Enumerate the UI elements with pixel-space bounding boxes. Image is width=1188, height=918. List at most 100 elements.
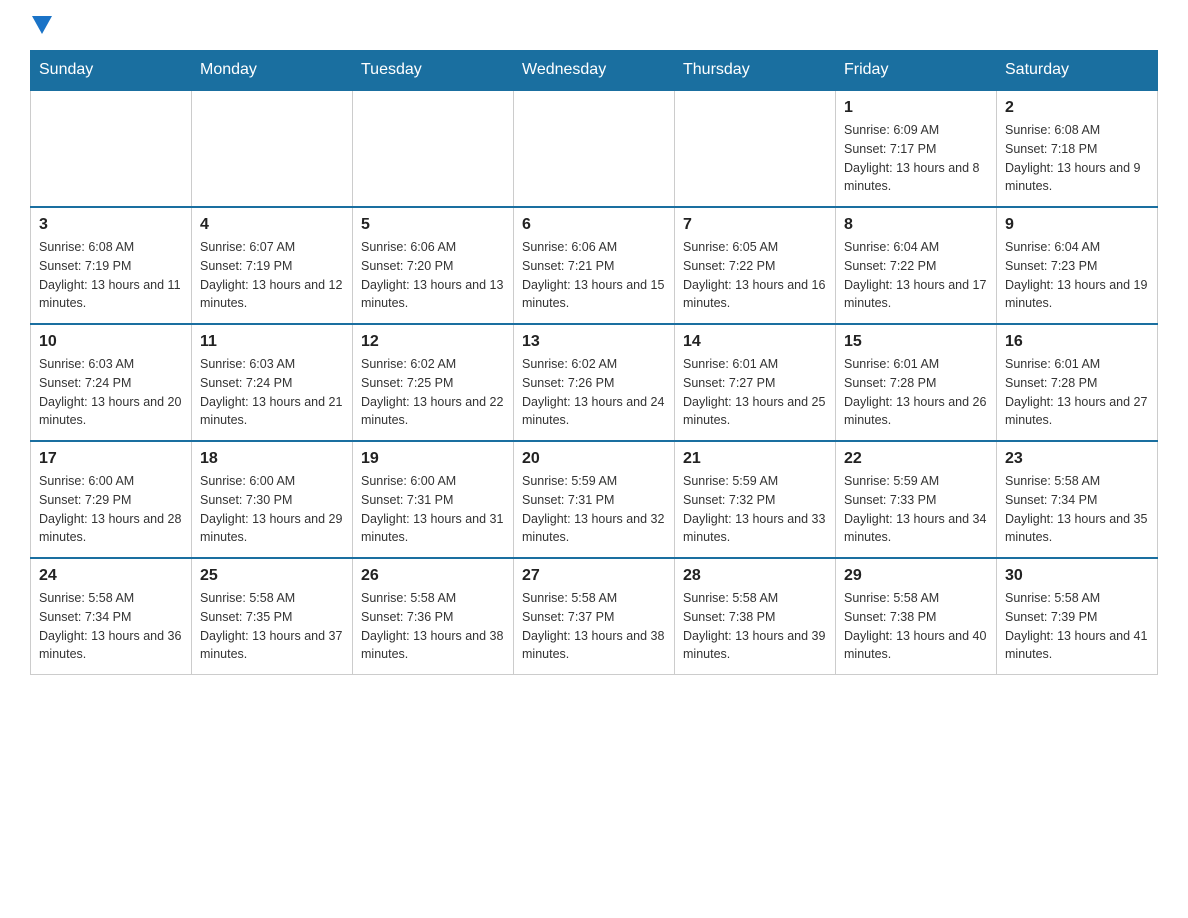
day-info: Sunrise: 6:01 AMSunset: 7:28 PMDaylight:… bbox=[844, 355, 988, 430]
calendar-day-cell bbox=[353, 90, 514, 207]
day-number: 30 bbox=[1005, 567, 1149, 585]
calendar-day-cell: 10 Sunrise: 6:03 AMSunset: 7:24 PMDayligh… bbox=[31, 324, 192, 441]
calendar-day-cell: 23 Sunrise: 5:58 AMSunset: 7:34 PMDayligh… bbox=[997, 441, 1158, 558]
calendar-day-cell: 1 Sunrise: 6:09 AMSunset: 7:17 PMDaylight… bbox=[836, 90, 997, 207]
day-info: Sunrise: 5:58 AMSunset: 7:38 PMDaylight:… bbox=[844, 589, 988, 664]
day-info: Sunrise: 6:04 AMSunset: 7:22 PMDaylight:… bbox=[844, 238, 988, 313]
day-info: Sunrise: 5:58 AMSunset: 7:34 PMDaylight:… bbox=[39, 589, 183, 664]
calendar-day-cell: 14 Sunrise: 6:01 AMSunset: 7:27 PMDayligh… bbox=[675, 324, 836, 441]
header-monday: Monday bbox=[192, 51, 353, 91]
calendar-day-cell: 25Sunrise: 5:58 AMSunset: 7:35 PMDayligh… bbox=[192, 558, 353, 675]
day-number: 5 bbox=[361, 216, 505, 234]
calendar-header-row: SundayMondayTuesdayWednesdayThursdayFrid… bbox=[31, 51, 1158, 91]
calendar-day-cell: 21 Sunrise: 5:59 AMSunset: 7:32 PMDayligh… bbox=[675, 441, 836, 558]
day-info: Sunrise: 5:59 AMSunset: 7:31 PMDaylight:… bbox=[522, 472, 666, 547]
week-row-4: 17 Sunrise: 6:00 AMSunset: 7:29 PMDayligh… bbox=[31, 441, 1158, 558]
day-info: Sunrise: 6:03 AMSunset: 7:24 PMDaylight:… bbox=[39, 355, 183, 430]
calendar-day-cell: 12 Sunrise: 6:02 AMSunset: 7:25 PMDayligh… bbox=[353, 324, 514, 441]
calendar-day-cell: 30 Sunrise: 5:58 AMSunset: 7:39 PMDayligh… bbox=[997, 558, 1158, 675]
day-info: Sunrise: 6:00 AMSunset: 7:29 PMDaylight:… bbox=[39, 472, 183, 547]
day-number: 3 bbox=[39, 216, 183, 234]
calendar-day-cell: 11 Sunrise: 6:03 AMSunset: 7:24 PMDayligh… bbox=[192, 324, 353, 441]
header-wednesday: Wednesday bbox=[514, 51, 675, 91]
calendar-day-cell: 26 Sunrise: 5:58 AMSunset: 7:36 PMDayligh… bbox=[353, 558, 514, 675]
calendar-day-cell: 28 Sunrise: 5:58 AMSunset: 7:38 PMDayligh… bbox=[675, 558, 836, 675]
day-info: Sunrise: 6:08 AMSunset: 7:18 PMDaylight:… bbox=[1005, 121, 1149, 196]
calendar-day-cell: 29Sunrise: 5:58 AMSunset: 7:38 PMDayligh… bbox=[836, 558, 997, 675]
day-info: Sunrise: 6:02 AMSunset: 7:26 PMDaylight:… bbox=[522, 355, 666, 430]
calendar-day-cell: 16 Sunrise: 6:01 AMSunset: 7:28 PMDayligh… bbox=[997, 324, 1158, 441]
header-tuesday: Tuesday bbox=[353, 51, 514, 91]
day-info: Sunrise: 6:08 AMSunset: 7:19 PMDaylight:… bbox=[39, 238, 183, 313]
day-number: 21 bbox=[683, 450, 827, 468]
week-row-5: 24 Sunrise: 5:58 AMSunset: 7:34 PMDayligh… bbox=[31, 558, 1158, 675]
day-number: 8 bbox=[844, 216, 988, 234]
day-number: 19 bbox=[361, 450, 505, 468]
day-info: Sunrise: 5:58 AMSunset: 7:36 PMDaylight:… bbox=[361, 589, 505, 664]
day-number: 11 bbox=[200, 333, 344, 351]
calendar-day-cell: 19 Sunrise: 6:00 AMSunset: 7:31 PMDayligh… bbox=[353, 441, 514, 558]
day-number: 24 bbox=[39, 567, 183, 585]
calendar-day-cell: 18Sunrise: 6:00 AMSunset: 7:30 PMDayligh… bbox=[192, 441, 353, 558]
day-number: 13 bbox=[522, 333, 666, 351]
header-saturday: Saturday bbox=[997, 51, 1158, 91]
day-info: Sunrise: 5:58 AMSunset: 7:35 PMDaylight:… bbox=[200, 589, 344, 664]
day-number: 14 bbox=[683, 333, 827, 351]
day-info: Sunrise: 5:59 AMSunset: 7:33 PMDaylight:… bbox=[844, 472, 988, 547]
day-number: 17 bbox=[39, 450, 183, 468]
day-info: Sunrise: 6:09 AMSunset: 7:17 PMDaylight:… bbox=[844, 121, 988, 196]
day-info: Sunrise: 6:01 AMSunset: 7:28 PMDaylight:… bbox=[1005, 355, 1149, 430]
day-info: Sunrise: 6:05 AMSunset: 7:22 PMDaylight:… bbox=[683, 238, 827, 313]
calendar-day-cell: 24 Sunrise: 5:58 AMSunset: 7:34 PMDayligh… bbox=[31, 558, 192, 675]
day-number: 23 bbox=[1005, 450, 1149, 468]
day-number: 12 bbox=[361, 333, 505, 351]
calendar-day-cell: 22Sunrise: 5:59 AMSunset: 7:33 PMDayligh… bbox=[836, 441, 997, 558]
day-number: 27 bbox=[522, 567, 666, 585]
calendar-day-cell bbox=[514, 90, 675, 207]
day-info: Sunrise: 5:58 AMSunset: 7:38 PMDaylight:… bbox=[683, 589, 827, 664]
page-header bbox=[30, 20, 1158, 30]
calendar-day-cell bbox=[192, 90, 353, 207]
day-number: 6 bbox=[522, 216, 666, 234]
day-info: Sunrise: 6:06 AMSunset: 7:20 PMDaylight:… bbox=[361, 238, 505, 313]
calendar-day-cell bbox=[675, 90, 836, 207]
day-info: Sunrise: 5:58 AMSunset: 7:34 PMDaylight:… bbox=[1005, 472, 1149, 547]
day-info: Sunrise: 6:04 AMSunset: 7:23 PMDaylight:… bbox=[1005, 238, 1149, 313]
day-info: Sunrise: 6:02 AMSunset: 7:25 PMDaylight:… bbox=[361, 355, 505, 430]
calendar-day-cell: 9 Sunrise: 6:04 AMSunset: 7:23 PMDaylight… bbox=[997, 207, 1158, 324]
logo bbox=[30, 20, 52, 30]
day-info: Sunrise: 6:00 AMSunset: 7:30 PMDaylight:… bbox=[200, 472, 344, 547]
day-number: 16 bbox=[1005, 333, 1149, 351]
calendar-day-cell: 7Sunrise: 6:05 AMSunset: 7:22 PMDaylight… bbox=[675, 207, 836, 324]
day-number: 28 bbox=[683, 567, 827, 585]
week-row-3: 10 Sunrise: 6:03 AMSunset: 7:24 PMDayligh… bbox=[31, 324, 1158, 441]
week-row-2: 3 Sunrise: 6:08 AMSunset: 7:19 PMDaylight… bbox=[31, 207, 1158, 324]
day-info: Sunrise: 6:00 AMSunset: 7:31 PMDaylight:… bbox=[361, 472, 505, 547]
day-number: 1 bbox=[844, 99, 988, 117]
day-info: Sunrise: 5:58 AMSunset: 7:37 PMDaylight:… bbox=[522, 589, 666, 664]
day-info: Sunrise: 5:58 AMSunset: 7:39 PMDaylight:… bbox=[1005, 589, 1149, 664]
day-number: 15 bbox=[844, 333, 988, 351]
calendar-day-cell: 6 Sunrise: 6:06 AMSunset: 7:21 PMDaylight… bbox=[514, 207, 675, 324]
day-number: 10 bbox=[39, 333, 183, 351]
calendar-day-cell bbox=[31, 90, 192, 207]
day-number: 20 bbox=[522, 450, 666, 468]
day-info: Sunrise: 6:03 AMSunset: 7:24 PMDaylight:… bbox=[200, 355, 344, 430]
calendar-day-cell: 17 Sunrise: 6:00 AMSunset: 7:29 PMDayligh… bbox=[31, 441, 192, 558]
day-info: Sunrise: 6:01 AMSunset: 7:27 PMDaylight:… bbox=[683, 355, 827, 430]
calendar-day-cell: 5 Sunrise: 6:06 AMSunset: 7:20 PMDaylight… bbox=[353, 207, 514, 324]
header-friday: Friday bbox=[836, 51, 997, 91]
calendar-table: SundayMondayTuesdayWednesdayThursdayFrid… bbox=[30, 50, 1158, 675]
day-number: 26 bbox=[361, 567, 505, 585]
calendar-day-cell: 20 Sunrise: 5:59 AMSunset: 7:31 PMDayligh… bbox=[514, 441, 675, 558]
calendar-day-cell: 4Sunrise: 6:07 AMSunset: 7:19 PMDaylight… bbox=[192, 207, 353, 324]
day-number: 9 bbox=[1005, 216, 1149, 234]
header-thursday: Thursday bbox=[675, 51, 836, 91]
calendar-day-cell: 8 Sunrise: 6:04 AMSunset: 7:22 PMDaylight… bbox=[836, 207, 997, 324]
calendar-day-cell: 2Sunrise: 6:08 AMSunset: 7:18 PMDaylight… bbox=[997, 90, 1158, 207]
day-info: Sunrise: 6:07 AMSunset: 7:19 PMDaylight:… bbox=[200, 238, 344, 313]
header-sunday: Sunday bbox=[31, 51, 192, 91]
day-info: Sunrise: 5:59 AMSunset: 7:32 PMDaylight:… bbox=[683, 472, 827, 547]
day-info: Sunrise: 6:06 AMSunset: 7:21 PMDaylight:… bbox=[522, 238, 666, 313]
calendar-day-cell: 3 Sunrise: 6:08 AMSunset: 7:19 PMDaylight… bbox=[31, 207, 192, 324]
